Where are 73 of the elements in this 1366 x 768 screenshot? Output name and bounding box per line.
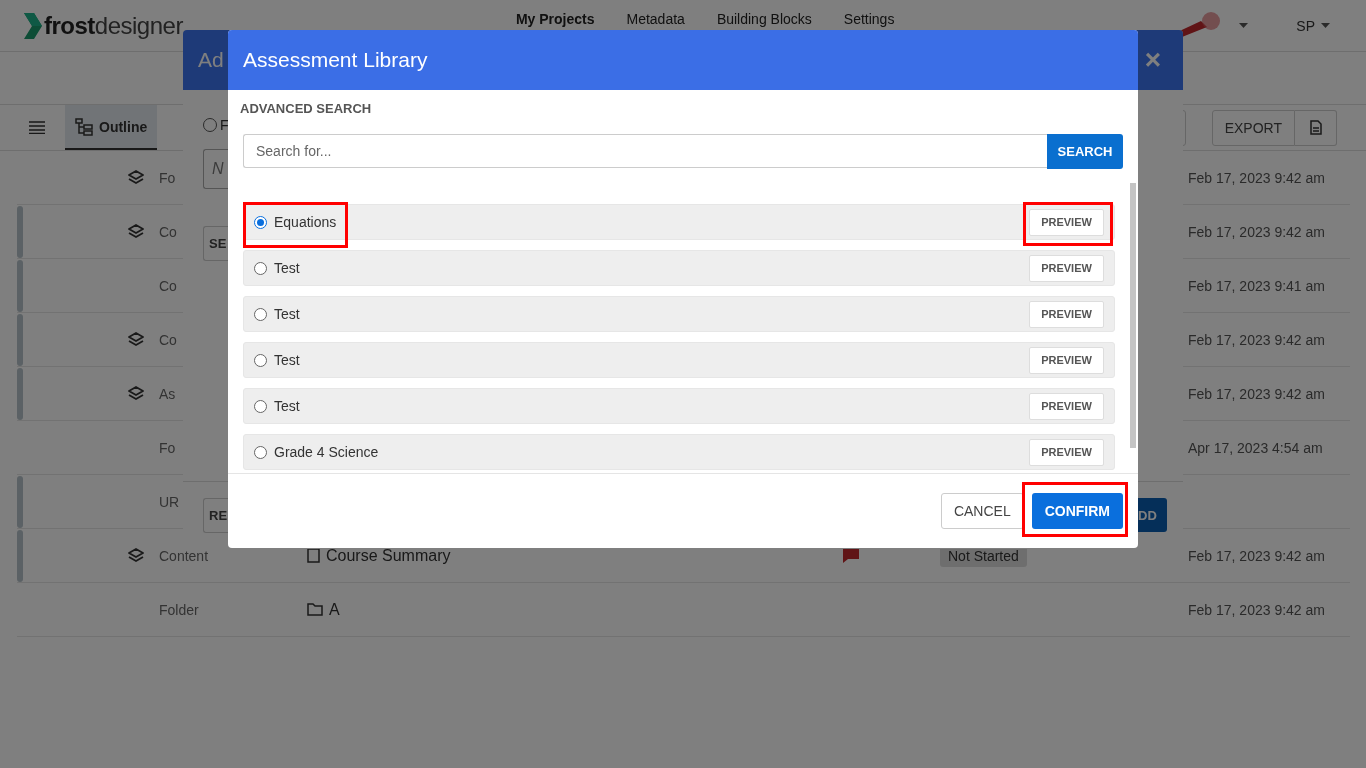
list-item[interactable]: Test PREVIEW <box>243 342 1115 378</box>
search-button[interactable]: SEARCH <box>1047 134 1123 169</box>
chevron-logo-icon <box>24 12 42 39</box>
radio-button[interactable] <box>254 261 267 275</box>
nav-link[interactable]: Building Blocks <box>716 11 812 27</box>
radio-button[interactable] <box>254 215 267 229</box>
document-icon <box>1309 120 1322 135</box>
radio-button[interactable] <box>254 307 267 321</box>
date-cell-text: Feb 17, 2023 9:42 am <box>1188 547 1326 564</box>
cancel-button[interactable]: CANCEL <box>940 493 1024 529</box>
nav-link[interactable]: My Projects <box>515 11 595 27</box>
list-item[interactable]: Test PREVIEW <box>243 296 1115 332</box>
list-item[interactable]: Equations PREVIEW <box>243 204 1115 240</box>
preview-button[interactable]: PREVIEW <box>1029 392 1104 420</box>
menu-icon[interactable] <box>29 121 45 134</box>
search-field[interactable]: Search for... <box>243 134 1047 168</box>
date-cell-text: Feb 17, 2023 9:41 am <box>1188 277 1326 294</box>
preview-button[interactable]: PREVIEW <box>1029 438 1104 466</box>
preview-button[interactable]: PREVIEW <box>1029 254 1104 282</box>
outline-tab[interactable]: Outline <box>65 105 158 150</box>
type-cell: Fo <box>159 439 176 456</box>
type-cell: Content <box>159 547 209 564</box>
nav-link[interactable]: Settings <box>843 11 895 27</box>
radio-button[interactable] <box>254 399 267 413</box>
document-button[interactable] <box>1295 109 1337 146</box>
close-button[interactable]: × <box>1144 44 1161 76</box>
scrollbar[interactable] <box>1130 183 1136 448</box>
date-cell-text: Feb 17, 2023 9:42 am <box>1188 223 1326 240</box>
list-item[interactable]: Test PREVIEW <box>243 250 1115 286</box>
page-icon <box>307 548 320 563</box>
folder-icon <box>307 603 323 616</box>
type-cell: Co <box>159 331 177 348</box>
dialog-title: Assessment Library <box>243 48 428 72</box>
type-cell: Co <box>159 223 177 240</box>
search-button[interactable]: SE <box>203 226 228 261</box>
section-heading: ADVANCED SEARCH <box>240 101 372 116</box>
list-item[interactable]: Grade 4 Science PREVIEW <box>243 434 1115 470</box>
add-button[interactable]: DD <box>1138 498 1167 532</box>
preview-button[interactable]: PREVIEW <box>1029 208 1104 236</box>
logo-text: frostdesigner <box>44 11 183 40</box>
item-label: Grade 4 Science <box>274 444 379 460</box>
type-cell: Co <box>159 277 177 294</box>
caret-icon <box>1239 23 1249 28</box>
caret-icon <box>1321 23 1330 28</box>
dialog-title: Ad <box>198 48 224 72</box>
item-label: Test <box>274 260 300 276</box>
type-cell: Folder <box>159 601 199 618</box>
preview-button[interactable]: PREVIEW <box>1029 300 1104 328</box>
type-cell: UR <box>159 493 180 510</box>
radio-label: F <box>220 117 229 133</box>
name-cell[interactable]: Course Summary <box>326 546 451 565</box>
name-cell[interactable]: A <box>329 600 340 619</box>
date-cell-text: Feb 17, 2023 9:42 am <box>1188 385 1326 402</box>
date-cell-text: Feb 17, 2023 9:42 am <box>1188 169 1326 186</box>
export-button[interactable]: EXPORT <box>1211 109 1295 146</box>
list-item[interactable]: Test PREVIEW <box>243 388 1115 424</box>
radio-button[interactable] <box>254 353 267 367</box>
item-label: Test <box>274 352 300 368</box>
radio-button[interactable] <box>254 445 267 459</box>
item-label: Equations <box>274 214 337 230</box>
date-cell-text: Feb 17, 2023 9:42 am <box>1188 331 1326 348</box>
type-cell: As <box>159 385 176 402</box>
confirm-button[interactable]: CONFIRM <box>1031 493 1123 529</box>
outline-icon <box>75 117 93 136</box>
reset-button[interactable]: RE <box>203 498 228 533</box>
nav-link[interactable]: Metadata <box>626 11 685 27</box>
item-label: Test <box>274 306 300 322</box>
preview-button[interactable]: PREVIEW <box>1029 346 1104 374</box>
type-cell: Fo <box>159 169 176 186</box>
date-cell-text: Apr 17, 2023 4:54 am <box>1188 439 1324 456</box>
user-initials[interactable]: SP <box>1296 17 1315 34</box>
date-cell-text: Feb 17, 2023 9:42 am <box>1188 601 1326 618</box>
item-label: Test <box>274 398 300 414</box>
